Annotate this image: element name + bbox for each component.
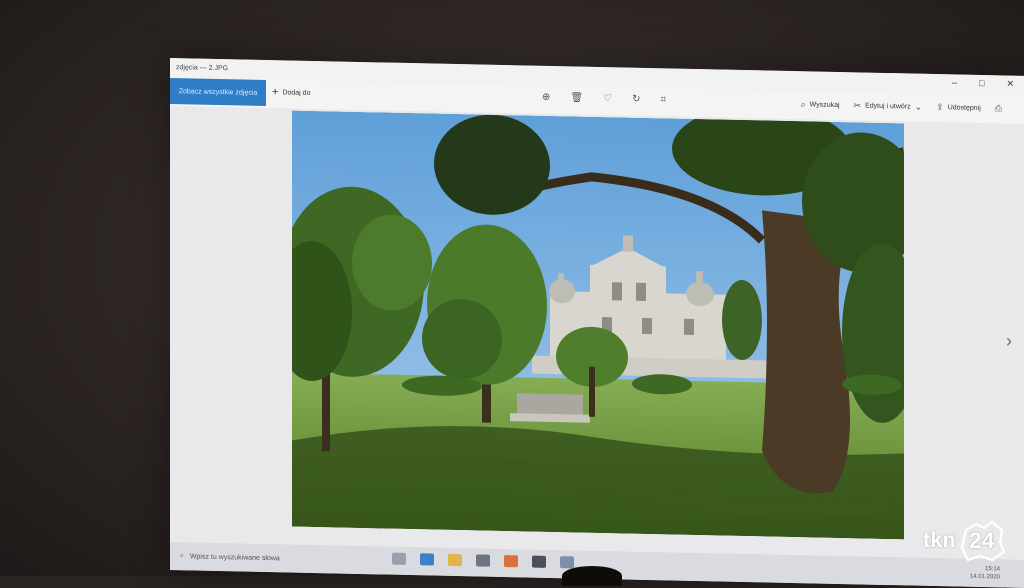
share-icon: ⇪: [936, 102, 944, 113]
app-icon[interactable]: [504, 554, 518, 568]
delete-icon[interactable]: 🗑: [570, 92, 583, 103]
add-to-button[interactable]: + Dodaj do: [272, 86, 311, 99]
see-all-photos-button[interactable]: Zobacz wszystkie zdjęcia: [170, 78, 266, 107]
taskbar-apps: [392, 552, 574, 569]
rotate-icon[interactable]: ↻: [632, 94, 640, 105]
edit-create-button[interactable]: ✂ Edytuj i utwórz ⌄: [854, 100, 923, 112]
watermark-badge: 24: [958, 520, 1006, 562]
taskbar-search[interactable]: ⌕ Wpisz tu wyszukiwane słowa: [180, 548, 380, 568]
print-icon[interactable]: ⎙: [995, 103, 1002, 114]
task-view-icon[interactable]: [392, 552, 406, 565]
add-to-label: Dodaj do: [282, 88, 311, 97]
share-button[interactable]: ⇪ Udostępnij: [936, 102, 981, 114]
watermark-number: 24: [969, 528, 995, 553]
clock-date: 14.01.2020: [969, 573, 1000, 581]
minimize-button[interactable]: –: [952, 77, 957, 88]
taskbar-clock[interactable]: 15:14 14.01.2020: [970, 565, 1000, 582]
taskbar-search-placeholder: Wpisz tu wyszukiwane słowa: [189, 552, 280, 562]
window-controls: – □ ✕: [952, 77, 1014, 89]
edit-icon: ✂: [853, 100, 862, 111]
heart-icon[interactable]: ♡: [603, 93, 612, 104]
plus-icon: +: [272, 86, 279, 99]
edit-label: Edytuj i utwórz: [865, 102, 911, 111]
zoom-icon[interactable]: ⊕: [542, 92, 550, 103]
photo-view[interactable]: [292, 110, 904, 540]
close-button[interactable]: ✕: [1006, 79, 1014, 90]
tkn24-watermark: tkn 24: [923, 520, 1006, 562]
see-all-label: Zobacz wszystkie zdjęcia: [178, 87, 258, 97]
search-icon: ⌕: [180, 552, 184, 560]
projected-screen: zdjęcia — 2.JPG – □ ✕ Zobacz wszystkie z…: [170, 58, 1024, 588]
mail-icon[interactable]: [476, 554, 490, 567]
search-button[interactable]: ⌕ Wyszukaj: [801, 99, 840, 111]
search-label: Wyszukaj: [809, 101, 840, 110]
image-tools: ⊕ 🗑 ♡ ↻ ⌗: [542, 92, 666, 106]
file-explorer-icon[interactable]: [448, 553, 462, 567]
crop-icon[interactable]: ⌗: [660, 94, 666, 105]
next-image-arrow-icon[interactable]: ›: [1006, 331, 1012, 352]
photo-church-park: [292, 110, 904, 540]
watermark-brand: tkn: [923, 529, 956, 552]
photos-icon[interactable]: [560, 556, 574, 569]
media-icon[interactable]: [532, 555, 546, 568]
chevron-down-icon: ⌄: [914, 101, 923, 112]
maximize-button[interactable]: □: [979, 78, 984, 89]
window-title: zdjęcia — 2.JPG: [176, 64, 229, 73]
right-tools: ⌕ Wyszukaj ✂ Edytuj i utwórz ⌄ ⇪ Udostęp…: [801, 99, 1002, 114]
edge-icon[interactable]: [420, 553, 434, 566]
share-label: Udostępnij: [947, 104, 981, 112]
audience-head-silhouette: [562, 566, 622, 586]
search-icon: ⌕: [800, 99, 806, 110]
